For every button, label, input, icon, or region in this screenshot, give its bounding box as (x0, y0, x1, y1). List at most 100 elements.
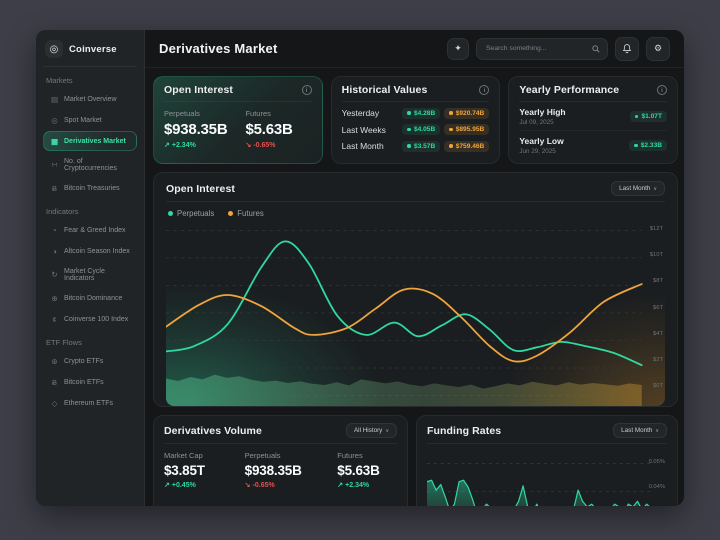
sidebar-item-icon: ▦ (50, 137, 59, 146)
chart-card-title: Open Interest (166, 183, 235, 195)
legend-dot-icon (168, 211, 173, 216)
legend-item[interactable]: Futures (228, 209, 263, 218)
sidebar-item-altcoin-season-index[interactable]: ◑ Altcoin Season Index (43, 241, 137, 261)
info-icon[interactable]: i (479, 85, 489, 95)
delta-value: +2.34% (172, 142, 196, 149)
sidebar-item-coinverse-100-index[interactable]: ¢ Coinverse 100 Index (43, 309, 137, 329)
sidebar-item-bitcoin-dominance[interactable]: ⊕ Bitcoin Dominance (43, 288, 137, 308)
sidebar-item-label: Bitcoin Treasuries (64, 185, 120, 192)
perpetuals-value-badge: $4.05B (402, 124, 440, 135)
y-tick-label: $8T (653, 278, 663, 284)
chart-card-header: Open Interest Last Month ∨ (166, 181, 665, 202)
open-interest-chart-card: Open Interest Last Month ∨ Perpetuals (153, 172, 678, 407)
orange-dot-icon (449, 111, 453, 115)
futures-value-badge: $895.95B (444, 124, 489, 135)
sidebar-item-icon: Ƀ (50, 378, 59, 387)
sidebar-item-label: Ethereum ETFs (64, 400, 113, 407)
stat-label: Market Cap (164, 451, 227, 460)
stat-value: $3.85T (164, 463, 227, 478)
orange-dot-icon (449, 144, 453, 148)
historical-row: Yesterday $4.28B $920.74B (342, 108, 490, 119)
yearly-row-date: Jun 29, 2025 (519, 148, 563, 155)
sidebar-item-icon: ◎ (50, 116, 59, 125)
settings-button[interactable]: ⚙ (646, 37, 670, 61)
sidebar-item-icon: ◔ (50, 226, 59, 235)
sidebar-item-label: Derivatives Market (64, 138, 126, 145)
delta-value: -0.65% (253, 482, 275, 489)
sidebar-item-label: Bitcoin ETFs (64, 379, 104, 386)
chart-legend: Perpetuals Futures (166, 202, 665, 223)
sidebar-item-icon: ⊛ (50, 357, 59, 366)
section-label-markets: Markets (46, 76, 134, 85)
sidebar-item-label: Altcoin Season Index (64, 248, 130, 255)
sidebar-item-label: Coinverse 100 Index (64, 316, 128, 323)
sidebar-item-label: Market Overview (64, 96, 117, 103)
trend-icon: ↘ (245, 481, 251, 489)
top-cards-row: Open Interest i Perpetuals $938.35B ↗ +2… (153, 76, 678, 164)
info-icon[interactable]: i (657, 85, 667, 95)
sidebar-item-label: Bitcoin Dominance (64, 295, 122, 302)
sidebar-item-derivatives-market[interactable]: ▦ Derivatives Market (43, 131, 137, 151)
main-area: Derivatives Market ✦ (145, 30, 684, 506)
trend-icon: ↘ (245, 141, 251, 149)
legend-item[interactable]: Perpetuals (168, 209, 214, 218)
sidebar-item-no-of-cryptocurrencies[interactable]: ∺ No. of Cryptocurrencies (43, 152, 137, 177)
top-bar: Derivatives Market ✦ (145, 30, 684, 68)
funding-range-dropdown[interactable]: Last Month ∨ (613, 423, 667, 438)
stat-delta: ↗ +2.34% (337, 481, 397, 489)
sidebar-item-market-cycle-indicators[interactable]: ↻ Market Cycle Indicators (43, 262, 137, 287)
funding-tick-label: 0.04% (649, 484, 665, 490)
chevron-down-icon: ∨ (655, 428, 659, 434)
stat-label: Futures (245, 109, 292, 118)
stat-label: Perpetuals (245, 451, 320, 460)
stat-perpetuals: Perpetuals $938.35B ↘ -0.65% (245, 451, 320, 489)
page-title: Derivatives Market (159, 41, 278, 56)
sidebar-section-markets: Markets ▤ Market Overview ◎ Spot Market … (43, 76, 137, 198)
chart-range-dropdown[interactable]: Last Month ∨ (611, 181, 665, 196)
futures-value-badge: $920.74B (444, 108, 489, 119)
sidebar-item-icon: ¢ (50, 315, 59, 324)
y-tick-label: $12T (650, 226, 663, 232)
delta-value: -0.65% (253, 142, 275, 149)
stat-delta: ↘ -0.65% (245, 481, 320, 489)
derivatives-volume-header: Derivatives Volume All History ∨ (164, 423, 397, 444)
topbar-controls: ✦ ⚙ (447, 37, 670, 61)
perpetuals-value-badge: $4.28B (402, 108, 440, 119)
funding-tick-label: 0.05% (649, 459, 665, 465)
sidebar-markets-list: ▤ Market Overview ◎ Spot Market ▦ Deriva… (43, 89, 137, 198)
historical-values-card: Historical Values i Yesterday $4.2 (331, 76, 501, 164)
sidebar-item-bitcoin-treasuries[interactable]: Ƀ Bitcoin Treasuries (43, 178, 137, 198)
sidebar-item-fear-greed-index[interactable]: ◔ Fear & Greed Index (43, 220, 137, 240)
ai-assistant-button[interactable]: ✦ (447, 38, 469, 60)
sidebar-item-ethereum-etfs[interactable]: ◇ Ethereum ETFs (43, 393, 137, 413)
stat-futures: Futures $5.63B ↗ +2.34% (337, 451, 397, 489)
info-icon[interactable]: i (302, 85, 312, 95)
notifications-button[interactable] (615, 37, 639, 61)
open-interest-chart: $12T$10T$8T$6T$4T$2T$0T (166, 223, 665, 406)
sidebar-item-label: Market Cycle Indicators (64, 268, 130, 282)
stat-futures: Futures $5.63B ↘ -0.65% (245, 109, 292, 149)
historical-values-rows: Yesterday $4.28B $920.74B (342, 108, 490, 152)
sidebar-item-bitcoin-etfs[interactable]: Ƀ Bitcoin ETFs (43, 372, 137, 392)
funding-rates-header: Funding Rates Last Month ∨ (427, 423, 667, 444)
volume-range-dropdown[interactable]: All History ∨ (346, 423, 397, 438)
search-input[interactable] (484, 44, 587, 53)
yearly-row: Yearly Low Jun 29, 2025 $2.33B (519, 130, 667, 159)
sidebar-item-spot-market[interactable]: ◎ Spot Market (43, 110, 137, 130)
legend-dot-icon (228, 211, 233, 216)
period-label: Last Weeks (342, 125, 403, 135)
historical-values-title: Historical Values (342, 84, 428, 96)
trend-icon: ↗ (164, 141, 170, 149)
sidebar-item-icon: ⊕ (50, 294, 59, 303)
derivatives-volume-title: Derivatives Volume (164, 425, 262, 437)
chevron-down-icon: ∨ (653, 186, 657, 192)
sidebar-item-crypto-etfs[interactable]: ⊛ Crypto ETFs (43, 351, 137, 371)
coinverse-logo-icon: ◎ (45, 40, 63, 58)
delta-value: +0.45% (172, 482, 196, 489)
funding-rates-chart: 0.05%0.04%0.03% (427, 450, 667, 506)
sidebar-item-market-overview[interactable]: ▤ Market Overview (43, 89, 137, 109)
open-interest-card-title: Open Interest (164, 84, 233, 96)
search-box[interactable] (476, 38, 608, 60)
stat-delta: ↗ +0.45% (164, 481, 227, 489)
sidebar: ◎ Coinverse Markets ▤ Market Overview ◎ … (36, 30, 145, 506)
